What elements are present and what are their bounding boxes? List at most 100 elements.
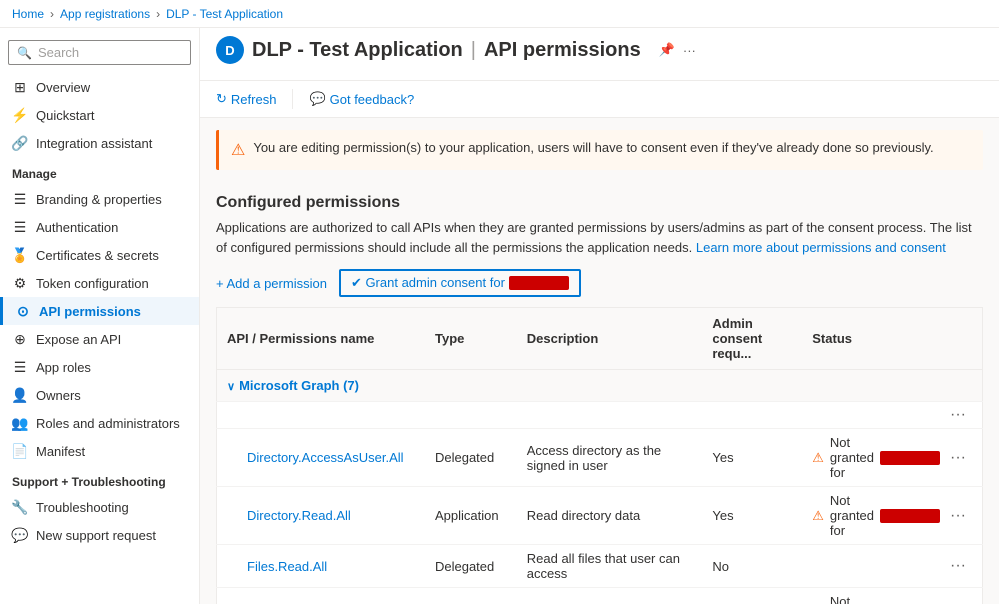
toolbar-separator — [292, 89, 293, 109]
sidebar-item-quickstart[interactable]: ⚡ Quickstart — [0, 101, 199, 129]
api-permissions-icon: ⊙ — [15, 303, 31, 319]
admin-consent-value: Yes — [702, 487, 802, 545]
permission-description: Read all files that user can access — [517, 545, 703, 588]
sidebar-item-certificates[interactable]: 🏅 Certificates & secrets — [0, 241, 199, 269]
breadcrumb-current: DLP - Test Application — [166, 7, 283, 21]
authentication-icon: ☰ — [12, 219, 28, 235]
sidebar-label-overview: Overview — [36, 80, 90, 95]
section-desc: Applications are authorized to call APIs… — [216, 218, 983, 257]
certificates-icon: 🏅 — [12, 247, 28, 263]
sidebar-label-owners: Owners — [36, 388, 81, 403]
page-title-sep: | — [471, 39, 476, 62]
permission-description: Read files in all site collections — [517, 588, 703, 604]
col-admin-consent: Admin consent requ... — [702, 308, 802, 370]
sidebar-item-integration[interactable]: 🔗 Integration assistant — [0, 129, 199, 157]
warning-icon: ⚠ — [231, 140, 245, 160]
sidebar-label-branding: Branding & properties — [36, 192, 162, 207]
admin-consent-value: Yes — [702, 588, 802, 604]
group-more-button[interactable]: ··· — [944, 404, 972, 426]
status-text: Not granted for — [830, 435, 874, 480]
sidebar-item-new-support[interactable]: 💬 New support request — [0, 521, 199, 549]
warning-status-icon: ⚠ — [812, 508, 824, 524]
status-redacted — [880, 509, 940, 523]
table-row: Directory.Read.All Application Read dire… — [217, 487, 983, 545]
permissions-table: API / Permissions name Type Description … — [216, 307, 983, 604]
more-icon[interactable]: ··· — [683, 43, 696, 58]
branding-icon: ☰ — [12, 191, 28, 207]
breadcrumb-sep-1: › — [50, 7, 54, 21]
status-text: Not granted for — [830, 594, 874, 604]
app-icon: D — [216, 36, 244, 64]
breadcrumb-sep-2: › — [156, 7, 160, 21]
page-subtitle: API permissions — [484, 39, 641, 62]
sidebar-label-app-roles: App roles — [36, 360, 91, 375]
grant-consent-button[interactable]: ✔ Grant admin consent for — [339, 269, 581, 297]
sidebar-item-troubleshooting[interactable]: 🔧 Troubleshooting — [0, 493, 199, 521]
permission-description: Access directory as the signed in user — [517, 429, 703, 487]
expose-api-icon: ⊕ — [12, 331, 28, 347]
permission-name[interactable]: Directory.AccessAsUser.All — [247, 450, 404, 465]
feedback-button[interactable]: 💬 Got feedback? — [309, 91, 414, 107]
warning-text: You are editing permission(s) to your ap… — [253, 140, 933, 155]
refresh-icon: ↻ — [216, 91, 227, 107]
admin-consent-value: No — [702, 545, 802, 588]
breadcrumb-home[interactable]: Home — [12, 7, 44, 21]
pin-icon[interactable]: 📌 — [659, 42, 675, 58]
row-more-button[interactable]: ··· — [944, 505, 972, 527]
permission-type: Application — [425, 588, 517, 604]
breadcrumb-app-reg[interactable]: App registrations — [60, 7, 150, 21]
status-cell: ⚠ Not granted for ··· — [802, 487, 982, 545]
col-type: Type — [425, 308, 517, 370]
sidebar-label-troubleshooting: Troubleshooting — [36, 500, 129, 515]
add-permission-button[interactable]: + Add a permission — [216, 276, 327, 291]
search-icon: 🔍 — [17, 46, 32, 60]
sidebar-item-token[interactable]: ⚙ Token configuration — [0, 269, 199, 297]
permission-type: Delegated — [425, 545, 517, 588]
manage-section-header: Manage — [0, 157, 199, 185]
new-support-icon: 💬 — [12, 527, 28, 543]
permission-name[interactable]: Directory.Read.All — [247, 508, 351, 523]
status-cell: ⚠Not granted for ··· — [802, 588, 982, 604]
overview-icon: ⊞ — [12, 79, 28, 95]
sidebar-item-app-roles[interactable]: ☰ App roles — [0, 353, 199, 381]
sidebar-label-expose-api: Expose an API — [36, 332, 121, 347]
sidebar-item-roles-admin[interactable]: 👥 Roles and administrators — [0, 409, 199, 437]
permission-name[interactable]: Files.Read.All — [247, 559, 327, 574]
sidebar-item-expose-api[interactable]: ⊕ Expose an API — [0, 325, 199, 353]
sidebar-item-api-permissions[interactable]: ⊙ API permissions — [0, 297, 199, 325]
status-cell: ··· — [802, 545, 982, 588]
permission-type: Application — [425, 487, 517, 545]
permission-type: Delegated — [425, 429, 517, 487]
sidebar-item-authentication[interactable]: ☰ Authentication — [0, 213, 199, 241]
sidebar-item-owners[interactable]: 👤 Owners — [0, 381, 199, 409]
sidebar-label-api-permissions: API permissions — [39, 304, 141, 319]
table-row: Files.Read.All Delegated Read all files … — [217, 545, 983, 588]
col-description: Description — [517, 308, 703, 370]
sidebar: 🔍 ⊞ Overview ⚡ Quickstart 🔗 Integration … — [0, 28, 200, 604]
integration-icon: 🔗 — [12, 135, 28, 151]
quickstart-icon: ⚡ — [12, 107, 28, 123]
table-row: ··· — [217, 402, 983, 429]
refresh-button[interactable]: ↻ Refresh — [216, 91, 276, 107]
toolbar: ↻ Refresh 💬 Got feedback? — [200, 81, 999, 118]
row-more-button[interactable]: ··· — [944, 555, 972, 577]
tenant-redacted — [509, 276, 569, 290]
page-header: D DLP - Test Application | API permissio… — [200, 28, 999, 81]
status-text: Not granted for — [830, 493, 874, 538]
sidebar-item-overview[interactable]: ⊞ Overview — [0, 73, 199, 101]
table-group-row: ∨Microsoft Graph (7) — [217, 370, 983, 402]
learn-more-link[interactable]: Learn more about permissions and consent — [696, 240, 946, 255]
search-box[interactable]: 🔍 — [8, 40, 191, 65]
sidebar-item-branding[interactable]: ☰ Branding & properties — [0, 185, 199, 213]
row-more-button[interactable]: ··· — [944, 447, 972, 469]
search-input[interactable] — [38, 45, 182, 60]
sidebar-label-authentication: Authentication — [36, 220, 118, 235]
roles-admin-icon: 👥 — [12, 415, 28, 431]
section-body: Configured permissions Applications are … — [200, 182, 999, 604]
sidebar-item-manifest[interactable]: 📄 Manifest — [0, 437, 199, 465]
admin-consent-value: Yes — [702, 429, 802, 487]
sidebar-label-manifest: Manifest — [36, 444, 85, 459]
support-section-header: Support + Troubleshooting — [0, 465, 199, 493]
page-title: DLP - Test Application — [252, 39, 463, 62]
breadcrumb: Home › App registrations › DLP - Test Ap… — [0, 0, 999, 28]
